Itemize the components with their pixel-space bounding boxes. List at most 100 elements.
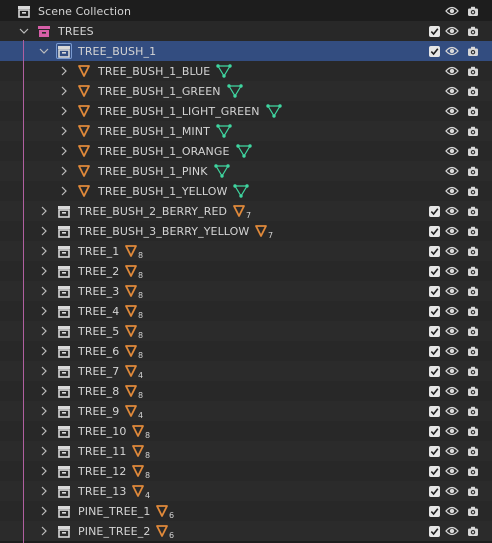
outliner-row[interactable]: TREE_1 8 (0, 241, 492, 261)
chevron-right-icon[interactable] (38, 261, 50, 281)
exclude-checkbox[interactable] (426, 261, 442, 281)
eye-icon[interactable] (444, 301, 460, 321)
chevron-right-icon[interactable] (38, 501, 50, 521)
exclude-checkbox[interactable] (426, 481, 442, 501)
eye-icon[interactable] (444, 41, 460, 61)
camera-icon[interactable] (465, 321, 481, 341)
chevron-right-icon[interactable] (38, 221, 50, 241)
camera-icon[interactable] (465, 421, 481, 441)
mesh-children-icon[interactable]: 6 (156, 501, 178, 521)
camera-icon[interactable] (465, 381, 481, 401)
camera-icon[interactable] (465, 361, 481, 381)
exclude-checkbox[interactable] (426, 401, 442, 421)
camera-icon[interactable] (465, 261, 481, 281)
exclude-checkbox[interactable] (426, 441, 442, 461)
eye-icon[interactable] (444, 381, 460, 401)
camera-icon[interactable] (465, 481, 481, 501)
outliner-row[interactable]: TREE_BUSH_1_ORANGE (0, 141, 492, 161)
eye-icon[interactable] (444, 221, 460, 241)
camera-icon[interactable] (465, 461, 481, 481)
eye-icon[interactable] (444, 401, 460, 421)
mesh-children-icon[interactable]: 8 (125, 281, 147, 301)
chevron-right-icon[interactable] (38, 301, 50, 321)
mesh-children-icon[interactable]: 8 (125, 301, 147, 321)
mesh-children-icon[interactable]: 7 (255, 221, 277, 241)
mesh-children-icon[interactable]: 8 (132, 461, 154, 481)
mesh-children-icon[interactable]: 8 (132, 421, 154, 441)
exclude-checkbox[interactable] (426, 381, 442, 401)
eye-icon[interactable] (444, 61, 460, 81)
camera-icon[interactable] (465, 241, 481, 261)
outliner-row[interactable]: TREE_5 8 (0, 321, 492, 341)
vertex-groups-icon[interactable] (216, 61, 238, 81)
exclude-checkbox[interactable] (426, 281, 442, 301)
outliner-row[interactable]: TREE_BUSH_1 (0, 41, 492, 61)
outliner-row[interactable]: TREE_12 8 (0, 461, 492, 481)
camera-icon[interactable] (465, 81, 481, 101)
vertex-groups-icon[interactable] (216, 121, 238, 141)
camera-icon[interactable] (465, 301, 481, 321)
chevron-right-icon[interactable] (58, 161, 70, 181)
mesh-children-icon[interactable]: 8 (125, 321, 147, 341)
chevron-right-icon[interactable] (38, 321, 50, 341)
camera-icon[interactable] (465, 341, 481, 361)
mesh-children-icon[interactable]: 8 (125, 241, 147, 261)
outliner-row[interactable]: TREE_BUSH_1_GREEN (0, 81, 492, 101)
camera-icon[interactable] (465, 201, 481, 221)
chevron-right-icon[interactable] (58, 181, 70, 201)
exclude-checkbox[interactable] (426, 301, 442, 321)
mesh-children-icon[interactable]: 8 (125, 261, 147, 281)
eye-icon[interactable] (444, 441, 460, 461)
outliner-row[interactable]: TREE_BUSH_1_LIGHT_GREEN (0, 101, 492, 121)
mesh-children-icon[interactable]: 7 (233, 201, 255, 221)
chevron-right-icon[interactable] (58, 61, 70, 81)
exclude-checkbox[interactable] (426, 41, 442, 61)
outliner-row[interactable]: TREES (0, 21, 492, 41)
eye-icon[interactable] (444, 341, 460, 361)
exclude-checkbox[interactable] (426, 521, 442, 541)
outliner-row[interactable]: TREE_4 8 (0, 301, 492, 321)
outliner-row[interactable]: TREE_2 8 (0, 261, 492, 281)
mesh-children-icon[interactable]: 8 (132, 441, 154, 461)
exclude-checkbox[interactable] (426, 421, 442, 441)
chevron-right-icon[interactable] (58, 141, 70, 161)
camera-icon[interactable] (465, 101, 481, 121)
mesh-children-icon[interactable]: 6 (156, 521, 178, 541)
chevron-right-icon[interactable] (38, 421, 50, 441)
exclude-checkbox[interactable] (426, 341, 442, 361)
camera-icon[interactable] (465, 281, 481, 301)
eye-icon[interactable] (444, 461, 460, 481)
outliner-row[interactable]: PINE_TREE_2 6 (0, 521, 492, 541)
vertex-groups-icon[interactable] (233, 181, 255, 201)
chevron-right-icon[interactable] (38, 361, 50, 381)
outliner-row[interactable]: TREE_7 4 (0, 361, 492, 381)
outliner-row[interactable]: TREE_11 8 (0, 441, 492, 461)
camera-icon[interactable] (465, 161, 481, 181)
eye-icon[interactable] (444, 201, 460, 221)
eye-icon[interactable] (444, 261, 460, 281)
outliner-row[interactable]: TREE_BUSH_1_YELLOW (0, 181, 492, 201)
exclude-checkbox[interactable] (426, 361, 442, 381)
outliner-row[interactable]: TREE_BUSH_3_BERRY_YELLOW 7 (0, 221, 492, 241)
eye-icon[interactable] (444, 141, 460, 161)
chevron-right-icon[interactable] (38, 381, 50, 401)
chevron-right-icon[interactable] (38, 241, 50, 261)
scene-collection-row[interactable]: Scene Collection (0, 1, 492, 21)
mesh-children-icon[interactable]: 8 (125, 341, 147, 361)
outliner-row[interactable]: TREE_BUSH_2_BERRY_RED 7 (0, 201, 492, 221)
exclude-checkbox[interactable] (426, 201, 442, 221)
camera-icon[interactable] (465, 401, 481, 421)
outliner-row[interactable]: PINE_TREE_1 6 (0, 501, 492, 521)
vertex-groups-icon[interactable] (214, 161, 236, 181)
camera-icon[interactable] (465, 181, 481, 201)
chevron-right-icon[interactable] (38, 521, 50, 541)
vertex-groups-icon[interactable] (227, 81, 249, 101)
chevron-right-icon[interactable] (58, 121, 70, 141)
camera-icon[interactable] (465, 501, 481, 521)
exclude-checkbox[interactable] (426, 461, 442, 481)
chevron-right-icon[interactable] (38, 281, 50, 301)
exclude-checkbox[interactable] (426, 501, 442, 521)
eye-icon[interactable] (444, 161, 460, 181)
eye-icon[interactable] (444, 361, 460, 381)
chevron-right-icon[interactable] (38, 401, 50, 421)
